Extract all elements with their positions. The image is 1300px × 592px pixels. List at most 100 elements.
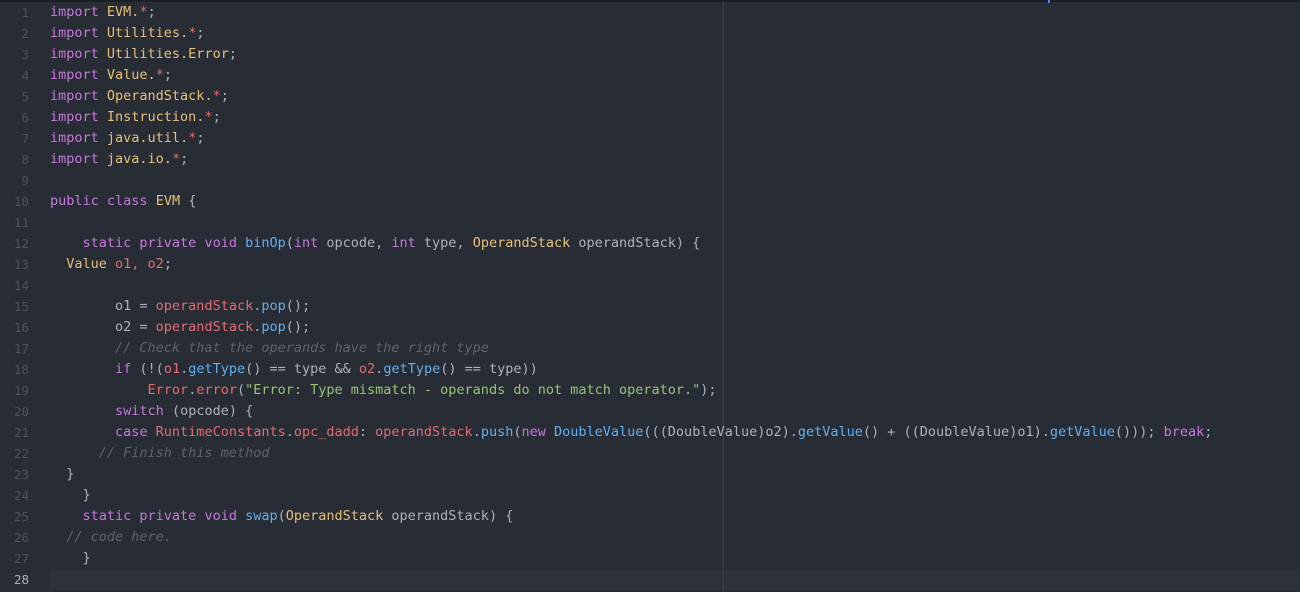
code-token: break — [1163, 424, 1205, 440]
code-line[interactable]: o1 = operandStack.pop(); — [50, 296, 310, 317]
code-line[interactable]: Error.error("Error: Type mismatch - oper… — [50, 380, 717, 401]
code-token: push — [480, 424, 514, 440]
code-token: ; — [147, 4, 156, 20]
code-token: o1 = — [50, 298, 156, 314]
code-line[interactable]: import Utilities.*; — [50, 23, 204, 44]
line-number: 5 — [21, 89, 29, 104]
code-line[interactable]: import java.io.*; — [50, 149, 188, 170]
code-token: . — [285, 424, 294, 440]
code-line[interactable]: // code here. — [50, 527, 172, 548]
line-number: 2 — [21, 26, 29, 41]
code-token: if — [115, 361, 140, 377]
line-number: 26 — [13, 530, 29, 545]
code-token: operandStack) { — [391, 508, 514, 524]
code-token: Utilities.Error — [106, 46, 229, 62]
code-token: ; — [163, 67, 172, 83]
code-token: import — [50, 67, 107, 83]
code-token: EVM — [155, 193, 181, 209]
code-token: pop — [261, 319, 286, 335]
code-token: operandStack) { — [578, 235, 701, 251]
code-token: o2 — [358, 361, 376, 377]
code-token: getValue — [797, 424, 863, 440]
code-line[interactable]: import EVM.*; — [50, 2, 156, 23]
code-line[interactable]: // Check that the operands have the righ… — [50, 338, 489, 359]
line-number: 3 — [21, 47, 29, 62]
code-line[interactable]: import Instruction.*; — [50, 107, 221, 128]
line-number: 11 — [13, 215, 29, 230]
code-token: error — [196, 382, 237, 398]
code-token: o1, o2 — [115, 256, 164, 272]
code-line[interactable]: switch (opcode) { — [50, 401, 253, 422]
line-number-gutter[interactable]: 1 2 3 4 5 6 7 8 9 10 11 12 13 14 15 16 17 18 19 20 21 22 23 24 2… — [0, 2, 42, 592]
code-token: ); — [700, 382, 717, 398]
code-line[interactable]: import java.util.*; — [50, 128, 204, 149]
code-token: import — [50, 4, 107, 20]
line-number: 12 — [13, 236, 29, 251]
code-token: private — [139, 235, 205, 251]
code-token: operandStack — [155, 298, 254, 314]
code-line[interactable]: if (!(o1.getType() == type && o2.getType… — [50, 359, 538, 380]
code-token: pop — [261, 298, 286, 314]
code-line[interactable]: o2 = operandStack.pop(); — [50, 317, 310, 338]
code-line[interactable]: static private void swap(OperandStack op… — [50, 506, 514, 527]
code-token: import — [50, 88, 107, 104]
code-token: o2 = — [50, 319, 156, 335]
code-token: ( — [285, 235, 294, 251]
line-number: 6 — [21, 110, 29, 125]
line-number: 19 — [13, 383, 29, 398]
code-token: getType — [383, 361, 441, 377]
code-token: () == type)) — [440, 361, 538, 377]
line-number: 27 — [13, 551, 29, 566]
code-token: // code here. — [50, 529, 172, 545]
code-line[interactable]: } — [50, 485, 91, 506]
line-number: 21 — [13, 425, 29, 440]
code-token: * — [171, 151, 181, 167]
code-token: getValue — [1049, 424, 1115, 440]
code-line[interactable]: import OperandStack.*; — [50, 86, 229, 107]
code-token: public — [50, 193, 107, 209]
code-token: . — [180, 361, 189, 377]
code-line[interactable]: Value o1, o2; — [50, 254, 172, 275]
line-number: 14 — [13, 278, 29, 293]
code-token: ; — [163, 256, 172, 272]
code-editor[interactable]: 1 2 3 4 5 6 7 8 9 10 11 12 13 14 15 16 17 18 19 20 21 22 23 24 2… — [0, 0, 1300, 592]
code-token: int — [293, 235, 327, 251]
code-token: ; — [220, 88, 229, 104]
code-token: (opcode) { — [171, 403, 254, 419]
code-token: int — [391, 235, 424, 251]
code-token: ( — [513, 424, 522, 440]
code-token: * — [155, 67, 164, 83]
code-line[interactable]: } — [50, 548, 91, 569]
line-number: 17 — [13, 341, 29, 356]
code-token: * — [139, 4, 148, 20]
code-token: } — [50, 487, 91, 503]
code-token: case — [115, 424, 156, 440]
code-line[interactable]: import Value.*; — [50, 65, 172, 86]
code-token: RuntimeConstants — [155, 424, 286, 440]
code-token: ; — [196, 25, 205, 41]
code-token: operandStack — [375, 424, 473, 440]
code-token: import — [50, 151, 107, 167]
code-token: switch — [115, 403, 172, 419]
code-token: import — [50, 130, 107, 146]
code-line[interactable]: // Finish this method — [50, 443, 270, 464]
code-token: Error — [147, 382, 189, 398]
line-number: 10 — [13, 194, 29, 209]
code-text-area[interactable]: import EVM.*; import Utilities.*; import U… — [50, 2, 1300, 592]
code-token: java.util. — [106, 130, 189, 146]
code-token: (((DoubleValue)o2). — [643, 424, 798, 440]
code-line[interactable]: static private void binOp(int opcode, in… — [50, 233, 701, 254]
code-line[interactable]: import Utilities.Error; — [50, 44, 237, 65]
code-token: ())); — [1114, 424, 1164, 440]
code-token: . — [472, 424, 481, 440]
code-line[interactable]: } — [50, 464, 74, 485]
line-number: 24 — [13, 488, 29, 503]
code-token: * — [212, 88, 221, 104]
code-token: import — [50, 46, 107, 62]
code-token: DoubleValue — [554, 424, 644, 440]
code-token: import — [50, 25, 107, 41]
code-line[interactable]: case RuntimeConstants.opc_dadd: operandS… — [50, 422, 1212, 443]
code-line[interactable]: public class EVM { — [50, 191, 196, 212]
